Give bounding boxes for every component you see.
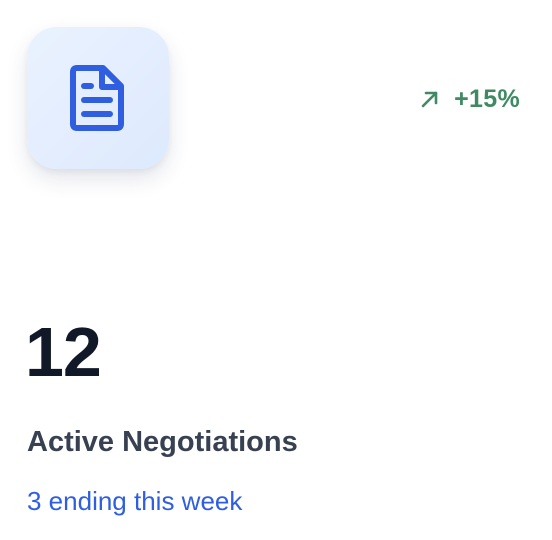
document-icon (70, 65, 124, 131)
trend-value: +15% (454, 85, 520, 113)
metric-label: Active Negotiations (27, 426, 298, 458)
metric-value: 12 (25, 313, 102, 391)
stat-card: +15% 12 Active Negotiations 3 ending thi… (0, 0, 552, 540)
trend-indicator: +15% (420, 84, 520, 114)
arrow-up-right-icon (421, 91, 438, 108)
metric-subtext: 3 ending this week (27, 486, 243, 516)
icon-tile (27, 27, 169, 169)
